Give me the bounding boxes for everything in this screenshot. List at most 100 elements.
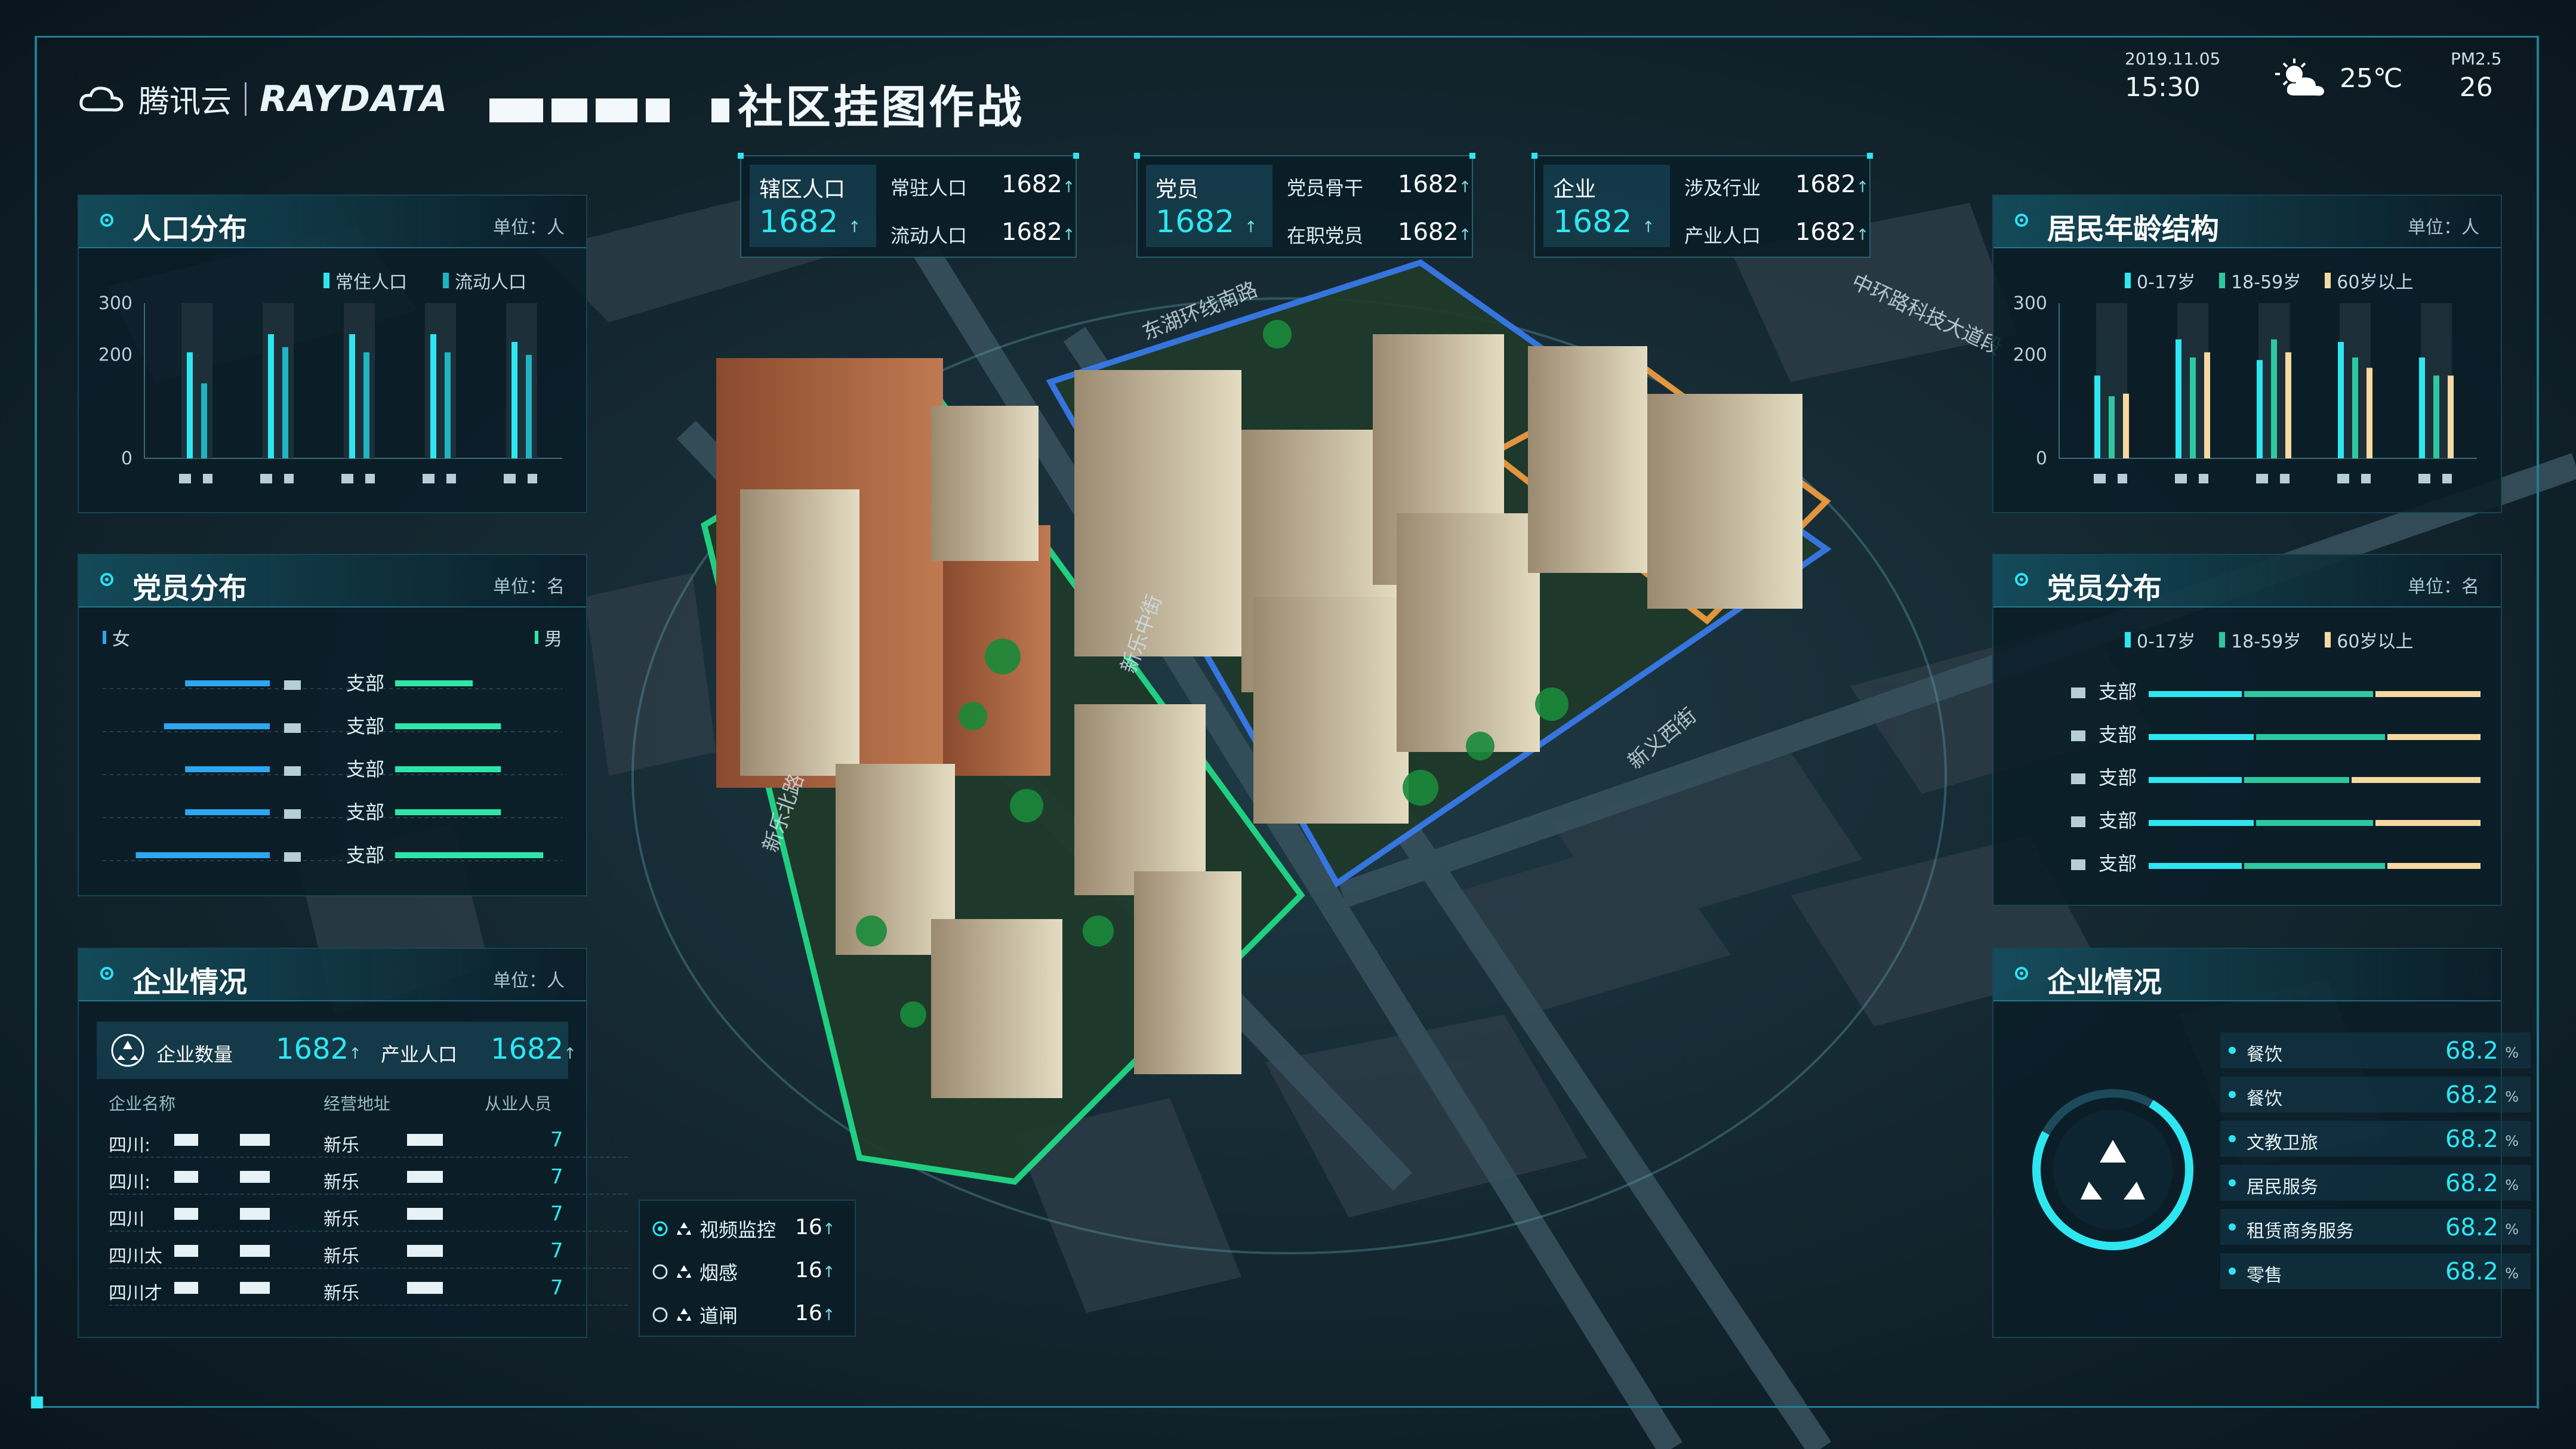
redacted-tick-label xyxy=(2337,474,2349,483)
stat-row-value: 1682↑ xyxy=(1398,171,1472,198)
page-title: 社区挂图作战 xyxy=(489,70,1024,136)
pm25-display: PM2.5 26 xyxy=(2451,49,2502,103)
y-tick-label: 300 xyxy=(98,293,133,314)
category-value: 68.2 xyxy=(2445,1258,2498,1285)
redacted-tick-label xyxy=(284,680,301,690)
legend-item: 男 xyxy=(535,624,562,650)
stat-row: 常驻人口 1682↑ xyxy=(890,171,1076,201)
redacted-tick-label xyxy=(2442,474,2452,483)
category-name: 居民服务 xyxy=(2247,1177,2318,1198)
redacted-block xyxy=(240,1245,270,1257)
monitor-item-smoke[interactable]: 烟感 xyxy=(652,1258,738,1285)
stat-main-label: 辖区人口 xyxy=(759,177,846,202)
redacted-tick-label xyxy=(2361,474,2371,483)
legend-item: 60岁以上 xyxy=(2325,267,2413,294)
title-dot-icon xyxy=(100,214,113,227)
enterprise-right-panel: 企业情况 餐饮 68.2% 餐饮 68.2% 文教卫旅 68.2% 居民服务 68.2% 租赁商… xyxy=(1992,948,2531,1338)
legend-swatch xyxy=(103,631,106,644)
panel-title: 党员分布 xyxy=(2047,572,2162,605)
list-item[interactable]: 文教卫旅 68.2% xyxy=(2220,1121,2531,1157)
table-row[interactable]: 四川太 新乐 7 xyxy=(109,1233,628,1269)
stat-row-value: 1682↑ xyxy=(1795,171,1869,198)
bar xyxy=(2190,357,2196,458)
bar xyxy=(2149,691,2242,697)
date-text: 2019.11.05 xyxy=(2125,49,2221,69)
bar xyxy=(2149,820,2254,826)
monitor-item-video[interactable]: 视频监控 xyxy=(652,1215,776,1243)
frame-right-line xyxy=(2537,36,2539,1408)
list-item[interactable]: 零售 68.2% xyxy=(2220,1253,2531,1289)
bar xyxy=(349,334,355,458)
corner-mark xyxy=(1867,153,1873,159)
stat-card-enterprise[interactable]: 企业 1682 ↑ 涉及行业 1682↑ 产业人口 1682↑ xyxy=(1532,153,1873,258)
redacted-tick-label xyxy=(2071,730,2085,741)
age-bar-chart: 300 200 0 xyxy=(2013,293,2477,483)
pm25-label: PM2.5 xyxy=(2451,49,2502,69)
category-label: 支部 xyxy=(2099,680,2137,703)
col-header-addr: 经营地址 xyxy=(323,1094,391,1114)
legend-swatch xyxy=(2325,632,2331,648)
category-unit: % xyxy=(2505,1089,2519,1105)
bar xyxy=(2433,375,2439,458)
corner-mark xyxy=(738,153,744,159)
panel-unit: 单位：名 xyxy=(2408,576,2479,597)
category-value: 68.2 xyxy=(2445,1037,2498,1065)
legend-item: 0-17岁 xyxy=(2125,267,2195,294)
table-row[interactable]: 四川才 新乐 7 xyxy=(109,1270,628,1306)
panel-unit: 单位：人 xyxy=(493,970,565,991)
bar xyxy=(2257,360,2263,458)
bar xyxy=(395,852,544,858)
redacted-block xyxy=(596,98,637,122)
category-value: 68.2 xyxy=(2445,1081,2498,1109)
panel-title: 企业情况 xyxy=(133,966,248,999)
table-row[interactable]: 四川 新乐 7 xyxy=(109,1196,628,1232)
bullet-dot xyxy=(2229,1091,2236,1098)
brand-name-en: RAYDATA xyxy=(260,78,449,120)
chart-legend: 0-17岁 18-59岁 60岁以上 xyxy=(2125,627,2413,653)
list-item[interactable]: 租赁商务服务 68.2% xyxy=(2220,1209,2531,1245)
legend-swatch xyxy=(323,273,329,288)
redacted-tick-label xyxy=(365,474,375,483)
bar xyxy=(2256,820,2373,826)
stat-row: 党员骨干 1682↑ xyxy=(1287,171,1472,201)
redacted-tick-label xyxy=(284,766,301,776)
list-item[interactable]: 居民服务 68.2% xyxy=(2220,1165,2531,1201)
stat-card-population[interactable]: 辖区人口 1682 ↑ 常驻人口 1682↑ 流动人口 1682↑ xyxy=(738,153,1079,258)
bar xyxy=(185,809,270,815)
list-item[interactable]: 餐饮 68.2% xyxy=(2220,1077,2531,1112)
legend-item: 18-59岁 xyxy=(2219,267,2301,294)
temperature-text: 25℃ xyxy=(2340,63,2403,94)
redacted-tick-label xyxy=(179,474,191,483)
bar xyxy=(2244,691,2373,697)
bullet-dot xyxy=(2229,1268,2236,1275)
redacted-block xyxy=(407,1134,443,1146)
redacted-tick-label xyxy=(2256,474,2268,483)
bar xyxy=(511,342,517,458)
title-dot-icon xyxy=(2015,573,2028,586)
table-row[interactable]: 四川: 新乐 7 xyxy=(109,1122,628,1158)
x-tick-label: 100 xyxy=(2355,899,2389,900)
bar-background xyxy=(263,303,294,458)
redacted-block xyxy=(407,1171,443,1183)
bar xyxy=(187,352,193,458)
corner-mark xyxy=(1532,153,1537,159)
bar xyxy=(2176,339,2181,458)
table-row[interactable]: 四川: 新乐 7 xyxy=(109,1159,628,1195)
list-item[interactable]: 餐饮 68.2% xyxy=(2220,1032,2531,1068)
redacted-tick-label xyxy=(2071,816,2085,827)
monitor-value: 16↑ xyxy=(795,1215,836,1240)
legend-item: 0-17岁 xyxy=(2125,627,2195,653)
stat-card-party[interactable]: 党员 1682 ↑ 党员骨干 1682↑ 在职党员 1682↑ xyxy=(1134,153,1475,258)
category-name: 零售 xyxy=(2247,1265,2282,1286)
monitor-item-gate[interactable]: 道闸 xyxy=(652,1301,738,1328)
bar xyxy=(2387,863,2481,869)
redacted-block xyxy=(174,1208,198,1220)
redacted-block xyxy=(407,1282,443,1294)
bar xyxy=(2256,734,2385,740)
stat-row-value: 1682↑ xyxy=(1795,218,1869,246)
legend-swatch xyxy=(443,273,449,288)
x-tick-label: 100 xyxy=(2466,899,2495,900)
x-tick-label: 100 xyxy=(2243,899,2277,900)
category-unit: % xyxy=(2505,1221,2519,1238)
recycle-icon xyxy=(677,1265,691,1278)
